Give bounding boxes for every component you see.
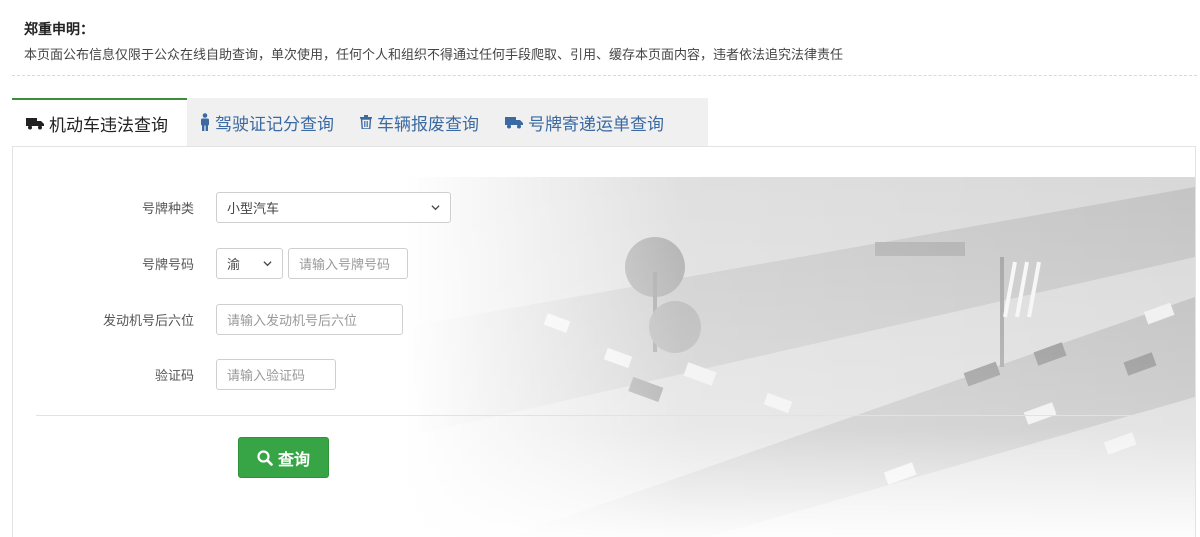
query-tabs: 机动车违法查询 驾驶证记分查询 车辆报废查询 号牌寄递运单查询 [12, 98, 708, 147]
chevron-down-icon [431, 205, 440, 211]
captcha-row: 验证码 请输入验证码 [13, 359, 336, 390]
tab-license-points[interactable]: 驾驶证记分查询 [187, 98, 347, 146]
tab-vehicle-scrap[interactable]: 车辆报废查询 [347, 98, 492, 146]
tab-label: 驾驶证记分查询 [215, 114, 334, 135]
engine-label: 发动机号后六位 [102, 314, 194, 329]
truck-icon [26, 116, 44, 130]
tab-label: 机动车违法查询 [49, 115, 168, 136]
chevron-down-icon [263, 261, 272, 267]
search-icon [257, 449, 273, 466]
plate-prefix-value: 渝 [227, 258, 241, 273]
plate-number-input[interactable]: 请输入号牌号码 [288, 248, 408, 279]
plate-type-value: 小型汽车 [227, 202, 280, 217]
tab-label: 号牌寄递运单查询 [528, 114, 664, 135]
trash-icon [360, 115, 372, 129]
plate-type-label: 号牌种类 [141, 202, 194, 217]
notice-title: 郑重申明： [24, 22, 94, 38]
form-divider [36, 415, 1173, 416]
tab-label: 车辆报废查询 [377, 114, 479, 135]
captcha-label: 验证码 [154, 369, 194, 384]
street-background-image [405, 177, 1195, 537]
query-form-panel: 号牌种类 小型汽车 号牌号码 渝 请输入号牌号码 发动机号后六位 请输入发动机号… [12, 146, 1196, 537]
engine-placeholder: 请输入发动机号后六位 [227, 314, 358, 329]
notice-text: 本页面公布信息仅限于公众在线自助查询，单次使用，任何个人和组织不得通过任何手段爬… [24, 48, 844, 63]
query-button-label: 查询 [277, 449, 310, 469]
plate-number-placeholder: 请输入号牌号码 [299, 258, 391, 273]
person-icon [200, 113, 210, 131]
page: 郑重申明： 本页面公布信息仅限于公众在线自助查询，单次使用，任何个人和组织不得通… [0, 0, 1200, 537]
captcha-placeholder: 请输入验证码 [227, 369, 306, 384]
tab-vehicle-violation[interactable]: 机动车违法查询 [12, 98, 187, 147]
engine-number-input[interactable]: 请输入发动机号后六位 [216, 304, 403, 335]
plate-type-row: 号牌种类 小型汽车 [13, 192, 451, 223]
plate-prefix-select[interactable]: 渝 [216, 248, 283, 279]
engine-row: 发动机号后六位 请输入发动机号后六位 [13, 304, 403, 335]
query-button[interactable]: 查询 [238, 437, 329, 478]
plate-number-row: 号牌号码 渝 请输入号牌号码 [13, 248, 408, 279]
plate-number-label: 号牌号码 [141, 258, 194, 273]
captcha-input[interactable]: 请输入验证码 [216, 359, 336, 390]
notice-divider [12, 75, 1197, 76]
plate-type-select[interactable]: 小型汽车 [216, 192, 451, 223]
truck-icon [505, 115, 523, 129]
tab-plate-delivery[interactable]: 号牌寄递运单查询 [492, 98, 677, 146]
notice: 郑重申明： 本页面公布信息仅限于公众在线自助查询，单次使用，任何个人和组织不得通… [24, 20, 1194, 65]
